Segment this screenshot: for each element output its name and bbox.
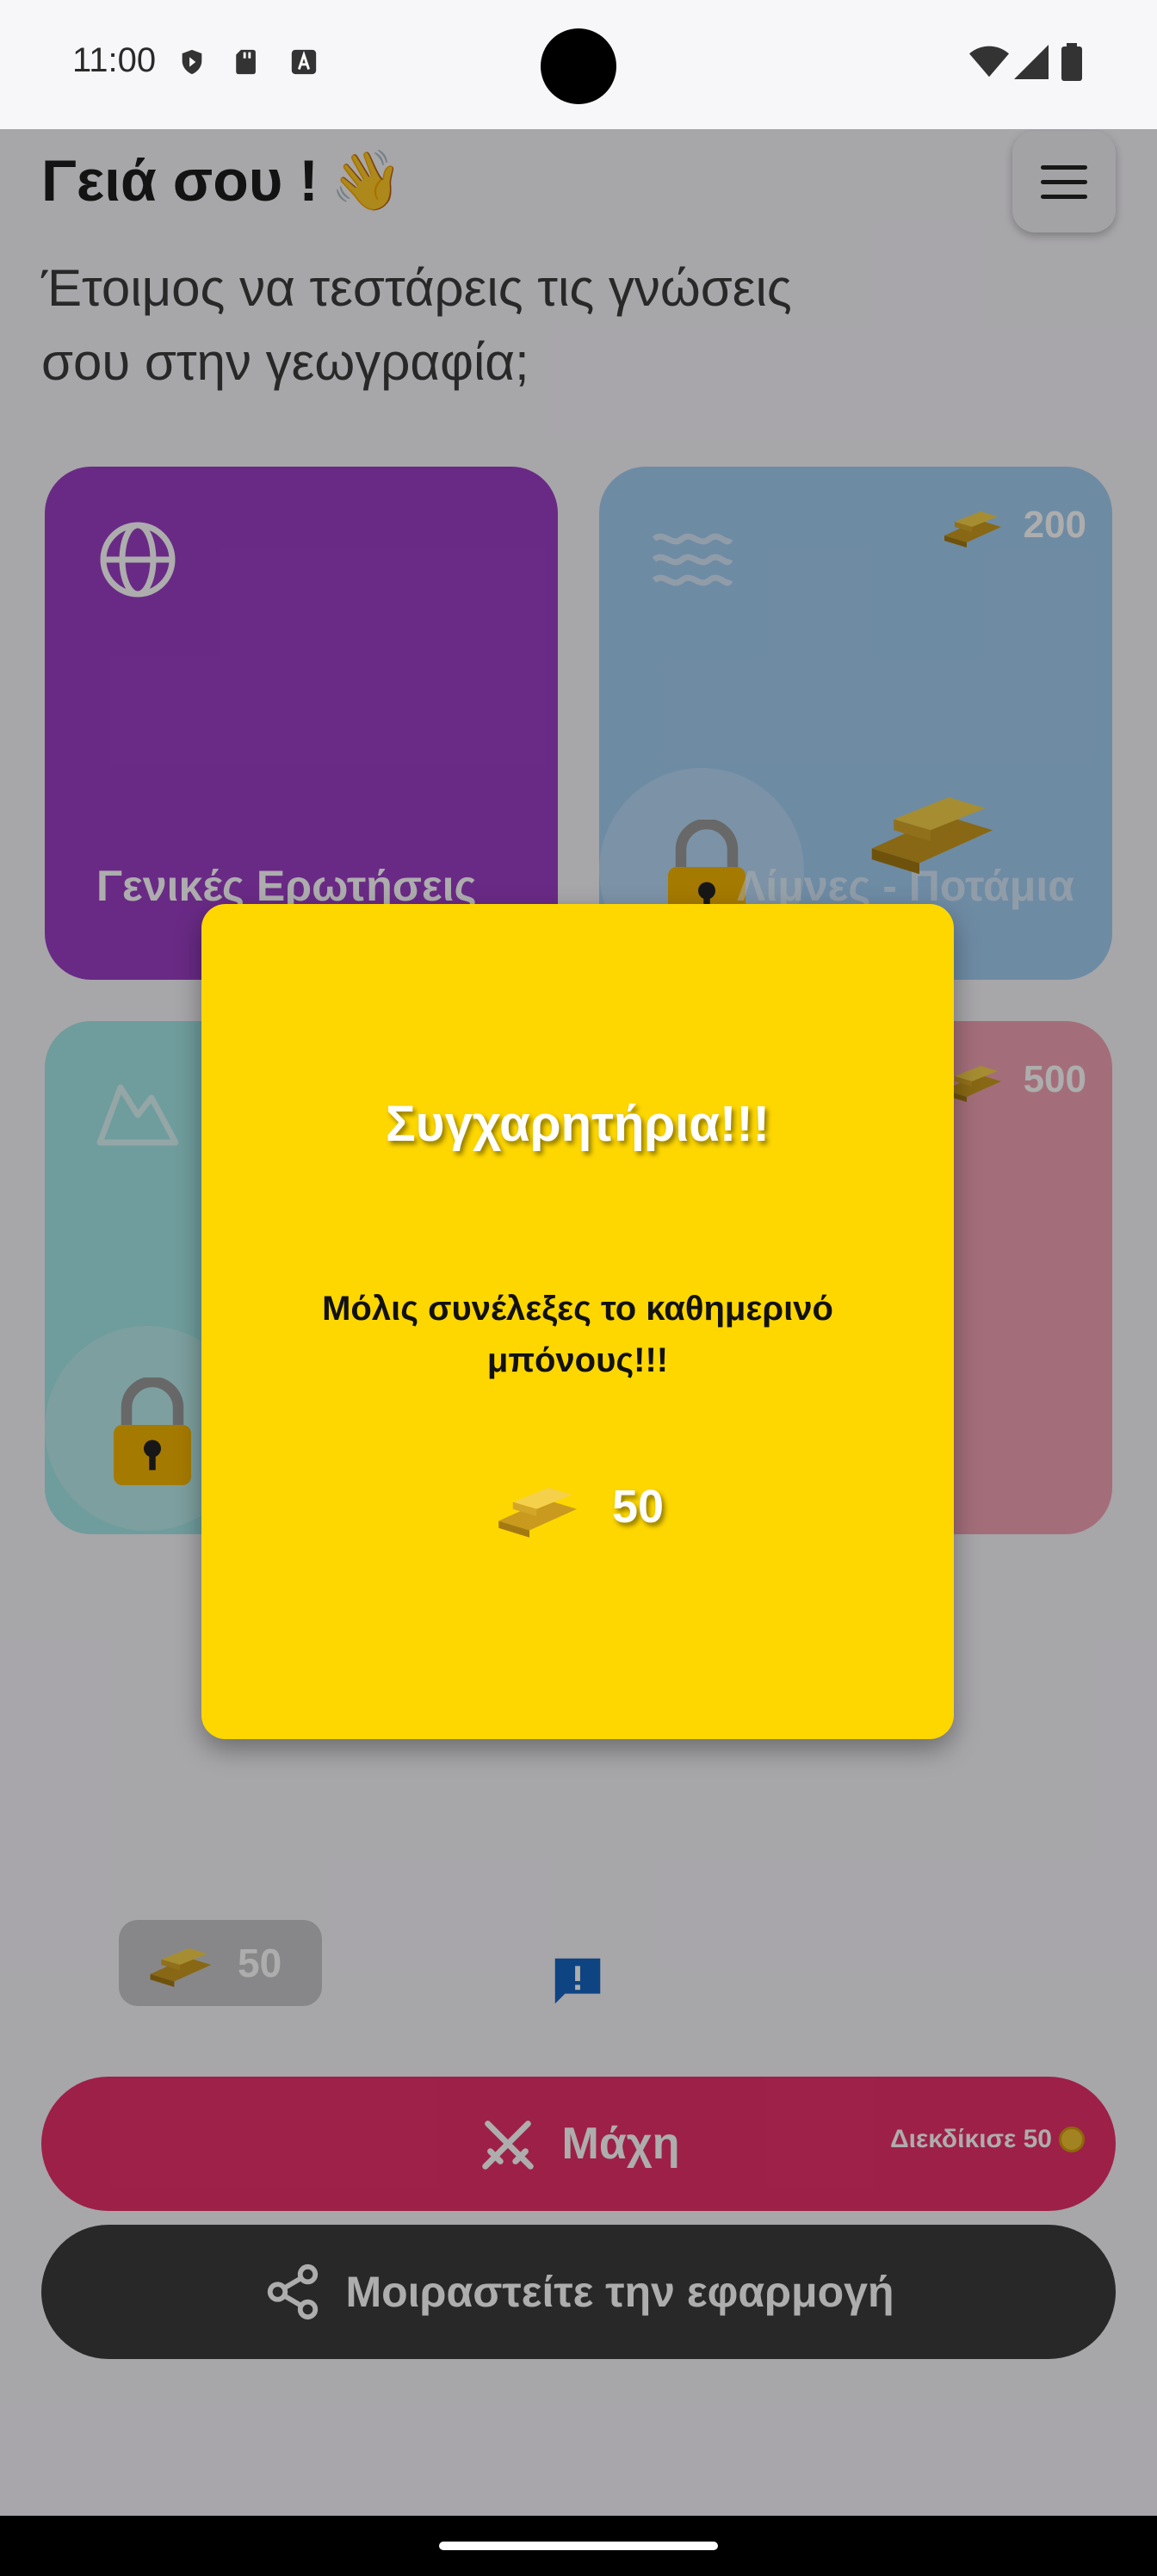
daily-bonus-dialog: Συγχαρητήρια!!! Μόλις συνέλεξες το καθημ… (201, 904, 954, 1739)
sd-card-icon (236, 49, 256, 75)
camera-cutout (541, 28, 616, 104)
reward-amount: 50 (611, 1481, 665, 1533)
dialog-reward: 50 (201, 1472, 954, 1541)
dialog-title: Συγχαρητήρια!!! (386, 1096, 770, 1152)
signal-icon (1014, 45, 1049, 79)
home-gesture-handle[interactable] (439, 2542, 718, 2550)
status-time: 11:00 (72, 41, 157, 79)
dialog-message: Μόλις συνέλεξες το καθημερινό μπόνους!!! (322, 1290, 833, 1379)
status-bar: 11:00 (0, 0, 1157, 129)
text-a-icon (291, 49, 317, 75)
navigation-bar (0, 2516, 1157, 2576)
gold-bars-icon (498, 1488, 577, 1538)
wifi-icon (969, 46, 1009, 77)
battery-icon (1061, 43, 1082, 81)
shield-play-icon (182, 49, 202, 75)
